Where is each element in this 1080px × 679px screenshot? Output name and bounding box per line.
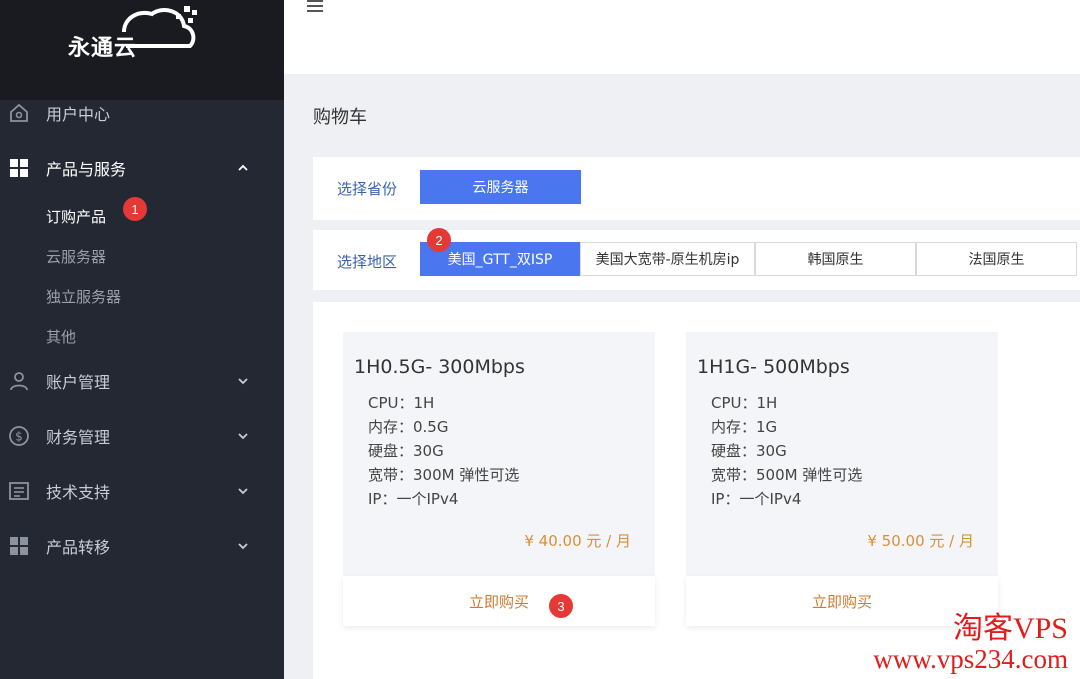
brand-name: 永通云 xyxy=(68,36,138,61)
sidebar-item-finance[interactable]: $ 财务管理 xyxy=(0,416,284,456)
logo-area: 永通云 xyxy=(0,0,284,100)
sidebar-item-transfer[interactable]: 产品转移 xyxy=(0,526,284,566)
product-name: 1H0.5G- 300Mbps xyxy=(354,356,525,378)
region-tab-korea[interactable]: 韩国原生 xyxy=(755,242,916,276)
chevron-down-icon xyxy=(238,433,248,440)
sidebar-subitem-order[interactable]: 订购产品 xyxy=(46,206,106,227)
step-badge-2: 2 xyxy=(427,228,451,252)
menu-toggle-icon[interactable] xyxy=(307,0,325,14)
sidebar-subitem-dedicated[interactable]: 独立服务器 xyxy=(46,286,121,307)
sidebar: 永通云 用户中心 产品与服务 订购产品 1 云服务器 独立服务器 其他 账户管理 xyxy=(0,0,284,679)
product-spec: 内存：0.5G xyxy=(368,418,449,436)
sidebar-item-user-center[interactable]: 用户中心 xyxy=(0,93,284,133)
sidebar-item-label: 财务管理 xyxy=(46,428,111,447)
sidebar-item-label: 技术支持 xyxy=(46,483,111,502)
product-card: 1H0.5G- 300Mbps CPU：1H 内存：0.5G 硬盘：30G 宽带… xyxy=(343,332,655,626)
sidebar-item-account[interactable]: 账户管理 xyxy=(0,361,284,401)
ticket-icon xyxy=(9,482,29,500)
sidebar-item-products[interactable]: 产品与服务 xyxy=(0,148,284,188)
chevron-down-icon xyxy=(238,488,248,495)
product-spec: 硬盘：30G xyxy=(368,442,444,460)
dollar-icon: $ xyxy=(9,426,29,446)
product-price: ¥ 40.00 元 / 月 xyxy=(524,532,631,550)
product-price: ¥ 50.00 元 / 月 xyxy=(867,532,974,550)
province-label: 选择省份 xyxy=(337,180,398,198)
grid-icon xyxy=(10,159,28,177)
sidebar-item-label: 用户中心 xyxy=(46,105,111,124)
top-bar xyxy=(284,0,1080,74)
chevron-up-icon xyxy=(238,164,248,171)
product-spec: 硬盘：30G xyxy=(711,442,787,460)
product-spec: IP：一个IPv4 xyxy=(368,490,459,508)
buy-now-button[interactable]: 立即购买 xyxy=(343,576,655,626)
page-title: 购物车 xyxy=(313,107,367,128)
product-spec: IP：一个IPv4 xyxy=(711,490,802,508)
product-spec: 内存：1G xyxy=(711,418,778,436)
product-spec: 宽带：500M 弹性可选 xyxy=(711,466,863,484)
chevron-down-icon xyxy=(238,378,248,385)
user-icon xyxy=(10,372,28,391)
step-badge-3: 3 xyxy=(549,594,573,618)
region-tab-france[interactable]: 法国原生 xyxy=(916,242,1077,276)
sidebar-subitem-other[interactable]: 其他 xyxy=(46,326,76,347)
product-card: 1H1G- 500Mbps CPU：1H 内存：1G 硬盘：30G 宽带：500… xyxy=(686,332,998,626)
product-spec: CPU：1H xyxy=(711,394,778,412)
watermark: 淘客VPS www.vps234.com xyxy=(873,613,1068,673)
product-spec: CPU：1H xyxy=(368,394,435,412)
region-label: 选择地区 xyxy=(337,253,398,271)
province-option-cloud[interactable]: 云服务器 xyxy=(420,170,581,204)
product-name: 1H1G- 500Mbps xyxy=(697,356,850,378)
sidebar-item-label: 产品与服务 xyxy=(46,160,127,179)
product-spec: 宽带：300M 弹性可选 xyxy=(368,466,520,484)
sidebar-item-label: 账户管理 xyxy=(46,373,111,392)
svg-text:$: $ xyxy=(15,430,23,444)
step-badge-1: 1 xyxy=(123,197,147,221)
home-icon xyxy=(10,103,28,122)
province-row: 选择省份 云服务器 xyxy=(313,157,1080,220)
sidebar-item-label: 产品转移 xyxy=(46,538,111,557)
watermark-line1: 淘客VPS xyxy=(952,612,1068,646)
sidebar-item-support[interactable]: 技术支持 xyxy=(0,471,284,511)
sidebar-subitem-cloud[interactable]: 云服务器 xyxy=(46,246,106,267)
watermark-line2: www.vps234.com xyxy=(873,643,1068,674)
chevron-down-icon xyxy=(238,543,248,550)
apps-icon xyxy=(10,537,28,555)
region-tab-us-bandwidth[interactable]: 美国大宽带-原生机房ip xyxy=(580,242,755,276)
